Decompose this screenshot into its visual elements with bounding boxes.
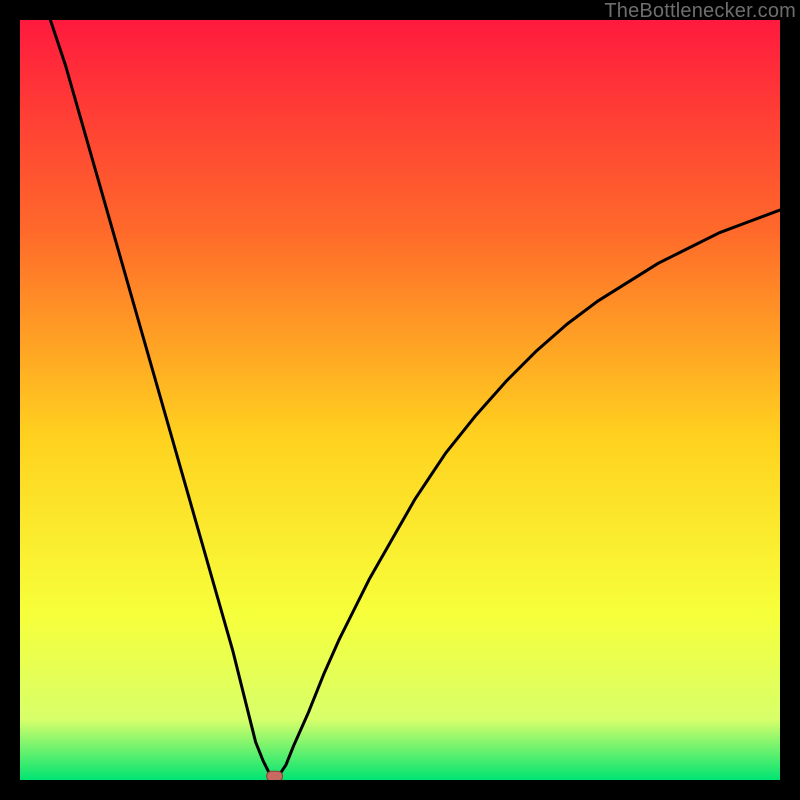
gradient-background — [20, 20, 780, 780]
optimal-point-marker — [267, 771, 283, 780]
watermark-text: TheBottlenecker.com — [604, 0, 796, 23]
chart-frame — [20, 20, 780, 780]
chart-svg — [20, 20, 780, 780]
